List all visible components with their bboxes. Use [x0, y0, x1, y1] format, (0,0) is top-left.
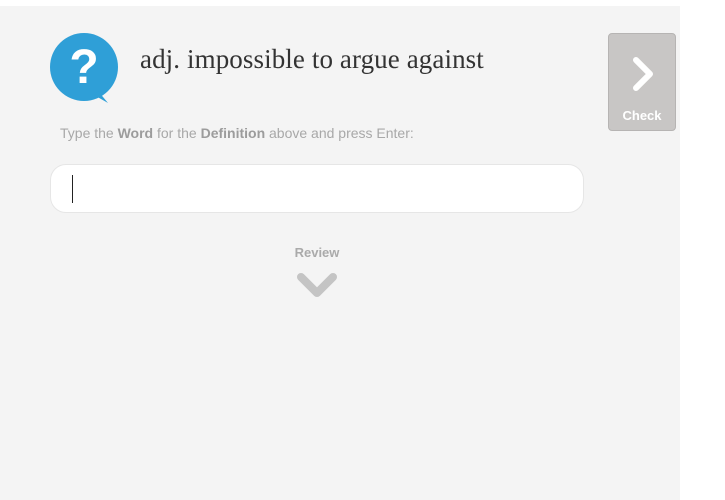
instruction-part: above and press Enter:	[265, 125, 414, 141]
review-label: Review	[294, 245, 340, 260]
instruction-part: Type the	[60, 125, 118, 141]
check-button[interactable]: Check	[608, 33, 676, 131]
top-strip	[0, 0, 680, 6]
answer-input[interactable]	[50, 164, 584, 213]
instruction-part: for the	[153, 125, 201, 141]
chevron-right-icon	[633, 57, 653, 91]
definition-text: adj. impossible to argue against	[140, 44, 484, 74]
chevron-down-icon	[297, 273, 337, 297]
instruction-definition-emphasis: Definition	[200, 125, 266, 141]
quiz-panel: ? adj. impossible to argue against Check…	[0, 0, 680, 500]
check-label: Check	[622, 108, 662, 123]
instruction-word-emphasis: Word	[117, 125, 154, 141]
review-toggle[interactable]: Review	[287, 244, 347, 304]
text-caret	[72, 175, 73, 203]
instruction-text: Type the Word for the Definition above a…	[60, 125, 414, 141]
svg-text:?: ?	[69, 41, 98, 94]
question-bubble-icon: ?	[50, 33, 122, 105]
